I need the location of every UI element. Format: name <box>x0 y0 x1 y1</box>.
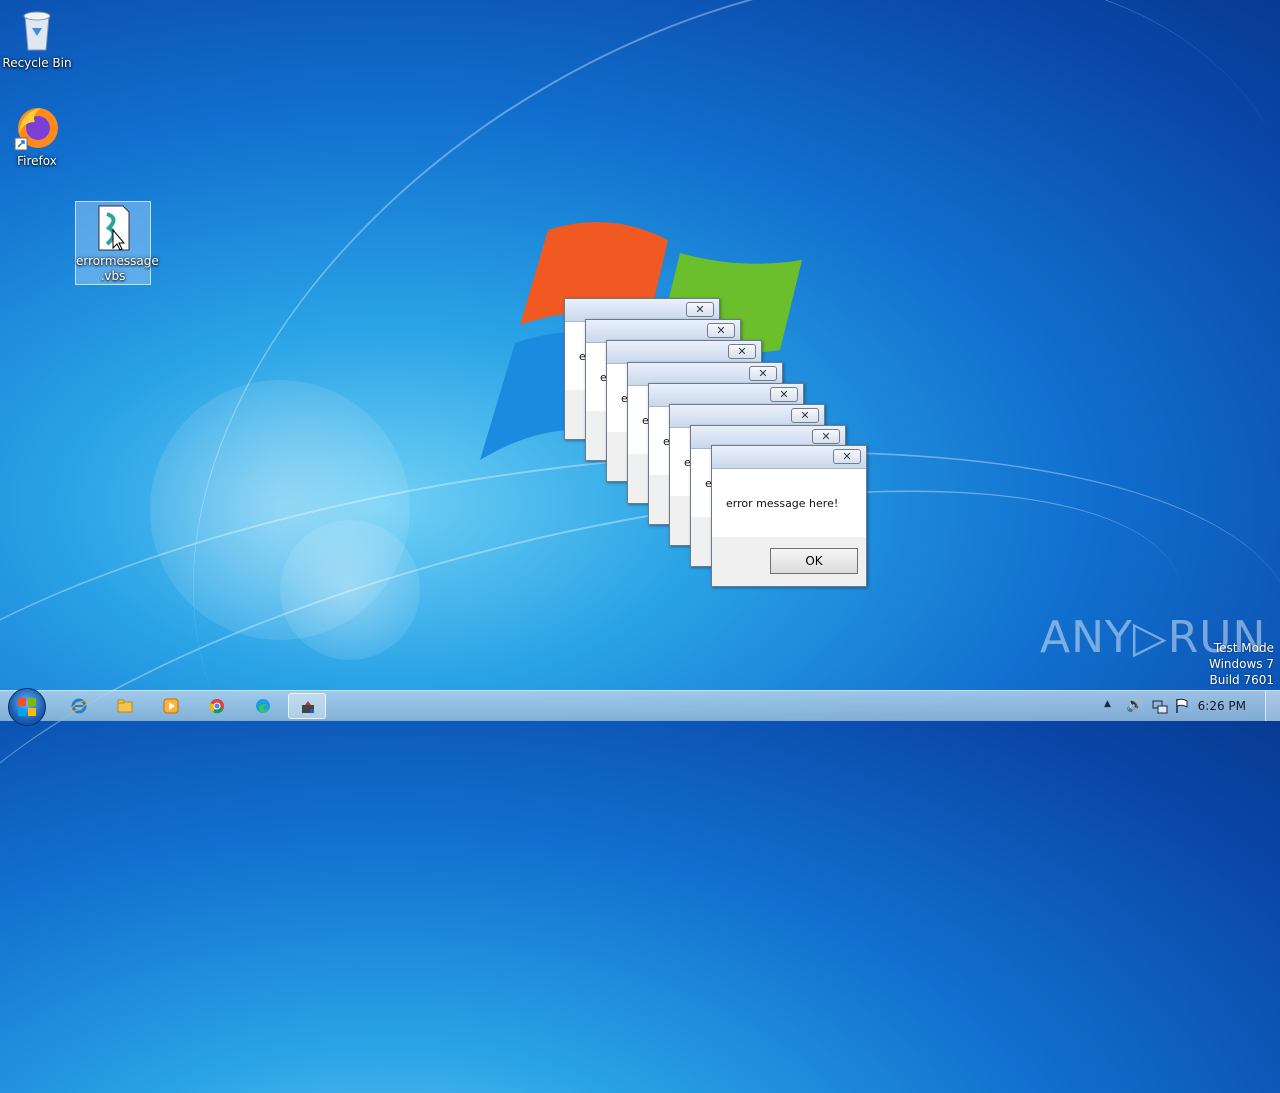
close-button[interactable]: ✕ <box>728 344 756 359</box>
volume-icon[interactable]: 🔊 <box>1126 697 1143 713</box>
taskbar-edge[interactable] <box>244 693 282 719</box>
vbs-script-icon <box>89 204 137 252</box>
dialog-content: error message here! <box>712 469 866 537</box>
taskbar-script-host[interactable] <box>288 693 326 719</box>
dialog-titlebar[interactable]: ✕ <box>712 446 866 469</box>
taskbar: ▲ 🔊 6:26 PM <box>0 688 1280 726</box>
desktop-icon-recycle-bin[interactable]: Recycle Bin <box>0 6 74 71</box>
taskbar-chrome[interactable] <box>198 693 236 719</box>
close-button[interactable]: ✕ <box>812 429 840 444</box>
desktop-icon-errormessage-vbs[interactable]: errormessage .vbs <box>75 201 159 285</box>
start-button[interactable] <box>8 688 46 726</box>
windows-flag-icon <box>18 698 36 716</box>
show-hidden-icons-icon[interactable]: ▲ <box>1104 699 1111 709</box>
file-explorer-icon <box>117 699 133 713</box>
action-center-flag-icon[interactable] <box>1174 698 1190 714</box>
taskbar-clock[interactable]: 6:26 PM <box>1198 699 1246 713</box>
internet-explorer-icon <box>71 698 87 714</box>
desktop-icon-label: Firefox <box>17 154 57 168</box>
desktop-icon-firefox[interactable]: Firefox <box>0 104 74 169</box>
desktop-icon-label: Recycle Bin <box>2 56 72 70</box>
dialog-titlebar[interactable]: ✕ <box>607 341 761 364</box>
chrome-icon <box>209 699 224 714</box>
close-button[interactable]: ✕ <box>749 366 777 381</box>
test-mode-label: Test Mode <box>1213 641 1274 655</box>
edge-icon <box>256 699 270 713</box>
firefox-icon <box>13 104 61 152</box>
close-button[interactable]: ✕ <box>686 302 714 317</box>
ok-button[interactable]: OK <box>770 548 858 574</box>
os-label: Windows 7 <box>1208 657 1274 671</box>
taskbar-media-player[interactable] <box>152 693 190 719</box>
system-tray: ▲ 🔊 6:26 PM <box>1090 691 1280 721</box>
show-desktop-button[interactable] <box>1265 691 1280 721</box>
script-host-icon <box>302 701 314 713</box>
network-icon[interactable] <box>1152 699 1168 715</box>
close-button[interactable]: ✕ <box>791 408 819 423</box>
close-button[interactable]: ✕ <box>707 323 735 338</box>
desktop-icon-label: errormessage .vbs <box>76 254 159 283</box>
dialog-message: error message here! <box>726 497 839 510</box>
error-dialog-front[interactable]: ✕ error message here! OK <box>711 445 867 587</box>
recycle-bin-icon <box>13 6 61 54</box>
light-glow <box>280 520 420 660</box>
taskbar-internet-explorer[interactable] <box>60 693 98 719</box>
media-player-icon <box>163 698 179 714</box>
close-button[interactable]: ✕ <box>833 449 861 464</box>
build-label: Build 7601 <box>1209 673 1274 687</box>
test-mode-watermark: Test Mode Windows 7 Build 7601 <box>1209 640 1274 688</box>
taskbar-file-explorer[interactable] <box>106 693 144 719</box>
close-button[interactable]: ✕ <box>770 387 798 402</box>
